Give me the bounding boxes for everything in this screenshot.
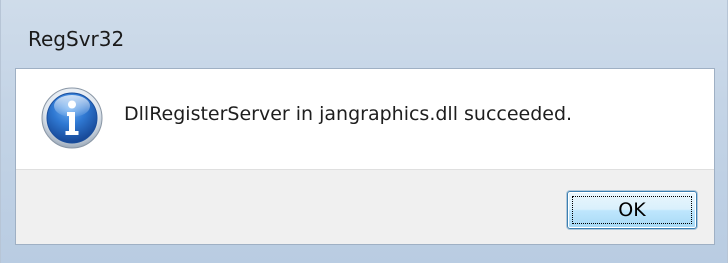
- ok-button-label: OK: [618, 199, 646, 221]
- message-area: DllRegisterServer in jangraphics.dll suc…: [16, 69, 714, 169]
- window-title: RegSvr32: [28, 27, 125, 51]
- message-text: DllRegisterServer in jangraphics.dll suc…: [124, 103, 573, 125]
- dialog-window: RegSvr32 DllRegisterServer in jangraphic…: [0, 0, 728, 263]
- ok-button[interactable]: OK: [567, 191, 697, 229]
- information-icon: [40, 86, 104, 150]
- window-bottom-frame: [1, 245, 728, 263]
- dialog-client-area: DllRegisterServer in jangraphics.dll suc…: [15, 68, 715, 245]
- title-bar[interactable]: RegSvr32: [1, 0, 728, 68]
- button-area: OK: [16, 169, 714, 244]
